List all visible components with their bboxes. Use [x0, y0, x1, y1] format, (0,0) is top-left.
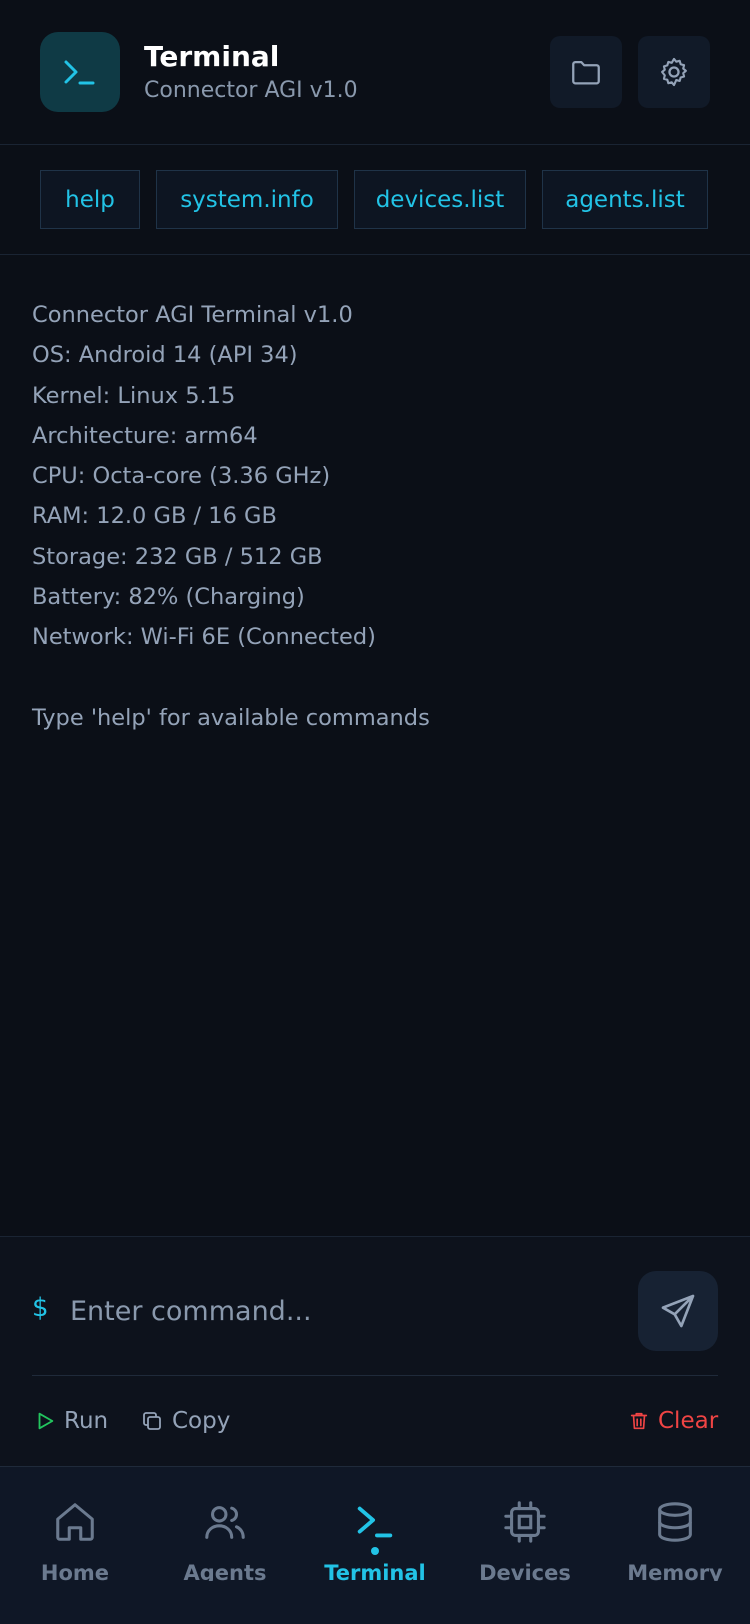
send-icon	[661, 1294, 695, 1328]
home-icon	[50, 1497, 100, 1547]
run-label: Run	[64, 1408, 109, 1434]
copy-button[interactable]: Copy	[140, 1403, 230, 1439]
clear-button[interactable]: Clear	[628, 1403, 718, 1439]
output-line: Architecture: arm64	[32, 422, 258, 449]
cpu-icon	[500, 1497, 550, 1547]
nav-label-memory: Memory	[627, 1561, 723, 1581]
terminal-output: Connector AGI Terminal v1.0 OS: Android …	[32, 295, 722, 738]
folder-button[interactable]	[550, 36, 622, 108]
terminal-icon	[64, 60, 95, 85]
output-line: Type 'help' for available commands	[32, 704, 430, 731]
nav-item-terminal[interactable]: Terminal	[300, 1467, 450, 1624]
nav-label-devices: Devices	[479, 1561, 571, 1581]
nav-item-agents[interactable]: Agents	[150, 1467, 300, 1624]
output-line: OS: Android 14 (API 34)	[32, 342, 298, 369]
copy-label: Copy	[172, 1408, 231, 1434]
divider	[32, 1375, 718, 1376]
gear-icon	[661, 57, 687, 87]
folder-icon	[572, 60, 600, 85]
active-indicator-dot	[371, 1547, 379, 1555]
bottom-navigation: Home Agents Terminal Devices Memory	[0, 1466, 750, 1624]
quick-command-devices-list[interactable]: devices.list	[354, 170, 526, 229]
command-input[interactable]	[70, 1283, 610, 1339]
nav-label-home: Home	[40, 1561, 110, 1581]
users-icon	[200, 1497, 250, 1547]
output-line: RAM: 12.0 GB / 16 GB	[32, 503, 277, 530]
page-title: Terminal	[144, 40, 280, 73]
prompt-symbol: $	[32, 1293, 49, 1323]
play-icon	[38, 1412, 54, 1430]
trash-icon	[630, 1412, 648, 1430]
output-line: Network: Wi-Fi 6E (Connected)	[32, 624, 376, 651]
page-subtitle: Connector AGI v1.0	[144, 78, 358, 103]
database-icon	[650, 1497, 700, 1547]
terminal-app-icon	[40, 32, 120, 112]
output-line: Kernel: Linux 5.15	[32, 382, 236, 409]
output-line: Connector AGI Terminal v1.0	[32, 302, 353, 328]
nav-label-terminal: Terminal	[324, 1561, 426, 1581]
quick-command-agents-list[interactable]: agents.list	[542, 170, 708, 229]
quick-commands-bar: help system.info devices.list agents.lis…	[0, 145, 750, 255]
send-button[interactable]	[638, 1271, 718, 1351]
settings-button[interactable]	[638, 36, 710, 108]
clear-label: Clear	[658, 1408, 719, 1434]
copy-icon	[143, 1412, 161, 1430]
terminal-icon	[350, 1497, 400, 1547]
quick-command-system-info[interactable]: system.info	[156, 170, 338, 229]
output-line: Battery: 82% (Charging)	[32, 584, 305, 611]
nav-item-memory[interactable]: Memory	[600, 1467, 750, 1624]
output-line: Storage: 232 GB / 512 GB	[32, 543, 323, 570]
nav-label-agents: Agents	[183, 1561, 267, 1581]
nav-item-home[interactable]: Home	[0, 1467, 150, 1624]
app-header: Terminal Connector AGI v1.0	[0, 0, 750, 145]
command-input-panel: $ Run Copy Clear	[0, 1236, 750, 1466]
output-line: CPU: Octa-core (3.36 GHz)	[32, 463, 331, 490]
nav-item-devices[interactable]: Devices	[450, 1467, 600, 1624]
run-button[interactable]: Run	[34, 1403, 108, 1439]
quick-command-help[interactable]: help	[40, 170, 140, 229]
